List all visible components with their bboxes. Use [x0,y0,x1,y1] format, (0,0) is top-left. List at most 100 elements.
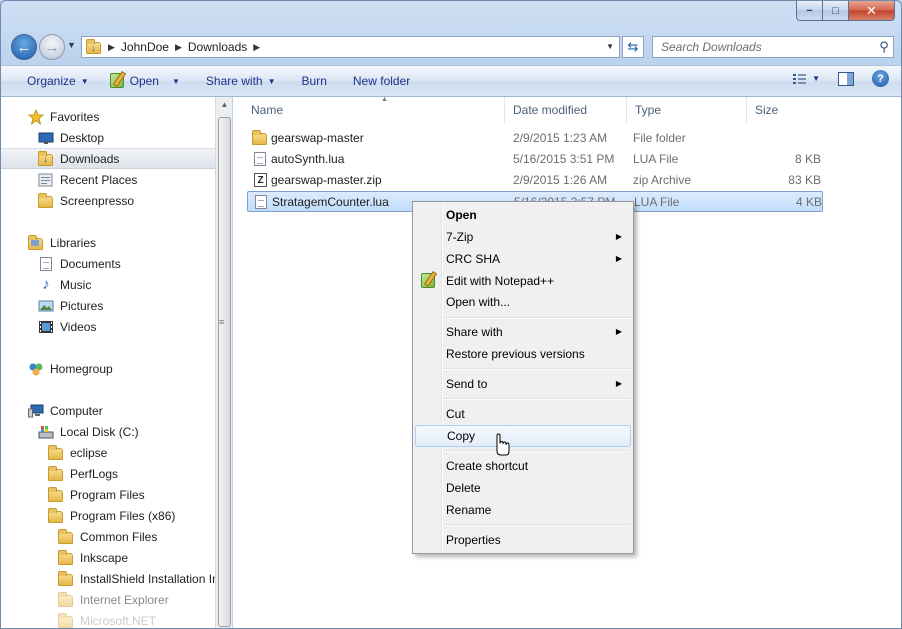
nav-inkscape[interactable]: Inkscape [1,547,215,568]
column-header-size[interactable]: Size [747,97,827,123]
menu-item-create-shortcut[interactable]: Create shortcut [415,455,631,477]
close-button[interactable]: ✕ [849,1,895,21]
folder-icon [58,612,74,629]
mouse-cursor-icon [496,433,510,456]
file-row[interactable]: Z gearswap-master.zip 2/9/2015 1:26 AM z… [247,170,823,191]
menu-item-cut[interactable]: Cut [415,403,631,425]
nav-pictures[interactable]: Pictures [1,295,215,316]
menu-item-delete[interactable]: Delete [415,477,631,499]
refresh-button[interactable]: ⇆ [622,36,644,58]
nav-computer[interactable]: Computer [1,400,215,421]
homegroup-icon [28,361,44,377]
menu-item-properties[interactable]: Properties [415,529,631,551]
menu-item-share-with[interactable]: Share with ▶ [415,321,631,343]
folder-icon [48,486,64,503]
nav-downloads[interactable]: ↓ Downloads [1,148,215,169]
nav-internet-explorer-label: Internet Explorer [80,592,169,607]
breadcrumb-johndoe[interactable]: JohnDoe [121,40,169,54]
nav-libraries[interactable]: Libraries [1,232,215,253]
column-header-date-label: Date modified [513,103,588,117]
nav-microsoft-net-label: Microsoft.NET [80,613,157,628]
breadcrumb-downloads[interactable]: Downloads [188,40,247,54]
folder-icon [252,130,267,146]
file-row[interactable]: gearswap-master 2/9/2015 1:23 AM File fo… [247,128,823,149]
file-row[interactable]: autoSynth.lua 5/16/2015 3:51 PM LUA File… [247,149,823,170]
folder-icon [48,465,64,482]
nav-common-files[interactable]: Common Files [1,526,215,547]
recent-pages-dropdown[interactable]: ▼ [67,40,76,50]
nav-program-files[interactable]: Program Files [1,484,215,505]
nav-eclipse[interactable]: eclipse [1,442,215,463]
nav-videos[interactable]: Videos [1,316,215,337]
column-header-name[interactable]: ▲ Name [243,96,505,123]
nav-perflogs[interactable]: PerfLogs [1,463,215,484]
scroll-up-icon[interactable]: ▲ [216,100,233,109]
new-folder-button[interactable]: New folder [345,69,418,93]
minimize-button[interactable]: − [796,1,823,21]
search-box[interactable]: ⚲ [652,36,894,58]
file-name: StratagemCounter.lua [272,195,389,209]
menu-item-send-to[interactable]: Send to ▶ [415,373,631,395]
nav-screenpresso[interactable]: Screenpresso [1,190,215,211]
folder-icon [58,570,74,587]
menu-separator [444,317,630,319]
menu-item-copy[interactable]: Copy [415,425,631,447]
nav-microsoft-net[interactable]: Microsoft.NET [1,610,215,629]
nav-desktop[interactable]: Desktop [1,127,215,148]
nav-documents-label: Documents [60,256,121,271]
menu-item-crc-sha[interactable]: CRC SHA ▶ [415,248,631,270]
nav-recent-places[interactable]: Recent Places [1,169,215,190]
search-icon[interactable]: ⚲ [875,39,893,55]
organize-button[interactable]: Organize ▼ [19,69,97,93]
menu-item-7zip[interactable]: 7-Zip ▶ [415,226,631,248]
refresh-icon: ⇆ [627,39,639,54]
search-input[interactable] [659,38,875,56]
change-view-icon[interactable] [792,72,808,86]
nav-downloads-label: Downloads [60,151,120,166]
nav-homegroup[interactable]: Homegroup [1,358,215,379]
nav-recent-places-label: Recent Places [60,172,138,187]
menu-item-rename-label: Rename [446,503,492,517]
desktop-icon [38,130,54,146]
menu-item-open[interactable]: Open [415,204,631,226]
open-button[interactable]: Open ▼ [101,69,188,93]
nav-internet-explorer[interactable]: Internet Explorer [1,589,215,610]
nav-documents[interactable]: Documents [1,253,215,274]
nav-common-files-label: Common Files [80,529,158,544]
explorer-window: − □ ✕ ← → ▼ ↓ ▶ JohnDoe ▶ Downloads ▶ ▼ … [0,0,902,629]
file-size: 83 KB [788,173,821,187]
navigation-scrollbar[interactable]: ▲ ≡ [215,97,233,628]
menu-item-rename[interactable]: Rename [415,499,631,521]
view-options-chevron-icon[interactable]: ▼ [812,74,820,83]
menu-item-restore-previous[interactable]: Restore previous versions [415,343,631,365]
maximize-button[interactable]: □ [823,1,849,21]
column-header-date[interactable]: Date modified [505,97,627,123]
preview-pane-icon[interactable] [838,71,854,86]
chevron-down-icon[interactable]: ▼ [606,42,614,51]
column-header-type[interactable]: Type [627,97,747,123]
back-button[interactable]: ← [11,34,37,60]
nav-videos-label: Videos [60,319,97,334]
scrollbar-thumb[interactable] [218,117,231,627]
help-icon[interactable]: ? [872,70,889,87]
menu-item-open-with[interactable]: Open with... [415,291,631,313]
burn-button[interactable]: Burn [294,69,335,93]
forward-button[interactable]: → [39,34,65,60]
nav-program-files-x86[interactable]: Program Files (x86) [1,505,215,526]
breadcrumb-separator-icon[interactable]: ▶ [108,42,115,53]
submenu-arrow-icon: ▶ [615,327,622,336]
breadcrumb-separator-icon[interactable]: ▶ [253,42,260,53]
file-size: 4 KB [795,195,822,209]
nav-favorites[interactable]: Favorites [1,106,215,127]
nav-music[interactable]: ♪ Music [1,274,215,295]
breadcrumb-separator-icon[interactable]: ▶ [175,42,182,53]
address-bar[interactable]: ↓ ▶ JohnDoe ▶ Downloads ▶ ▼ [81,36,620,58]
folder-icon [58,549,74,566]
menu-item-properties-label: Properties [446,533,501,547]
share-with-button[interactable]: Share with ▼ [198,69,284,93]
star-icon [27,108,45,125]
nav-installshield[interactable]: InstallShield Installation In [1,568,215,589]
nav-local-disk[interactable]: Local Disk (C:) [1,421,215,442]
nav-screenpresso-label: Screenpresso [60,193,135,208]
menu-item-edit-notepad[interactable]: Edit with Notepad++ [415,270,631,292]
